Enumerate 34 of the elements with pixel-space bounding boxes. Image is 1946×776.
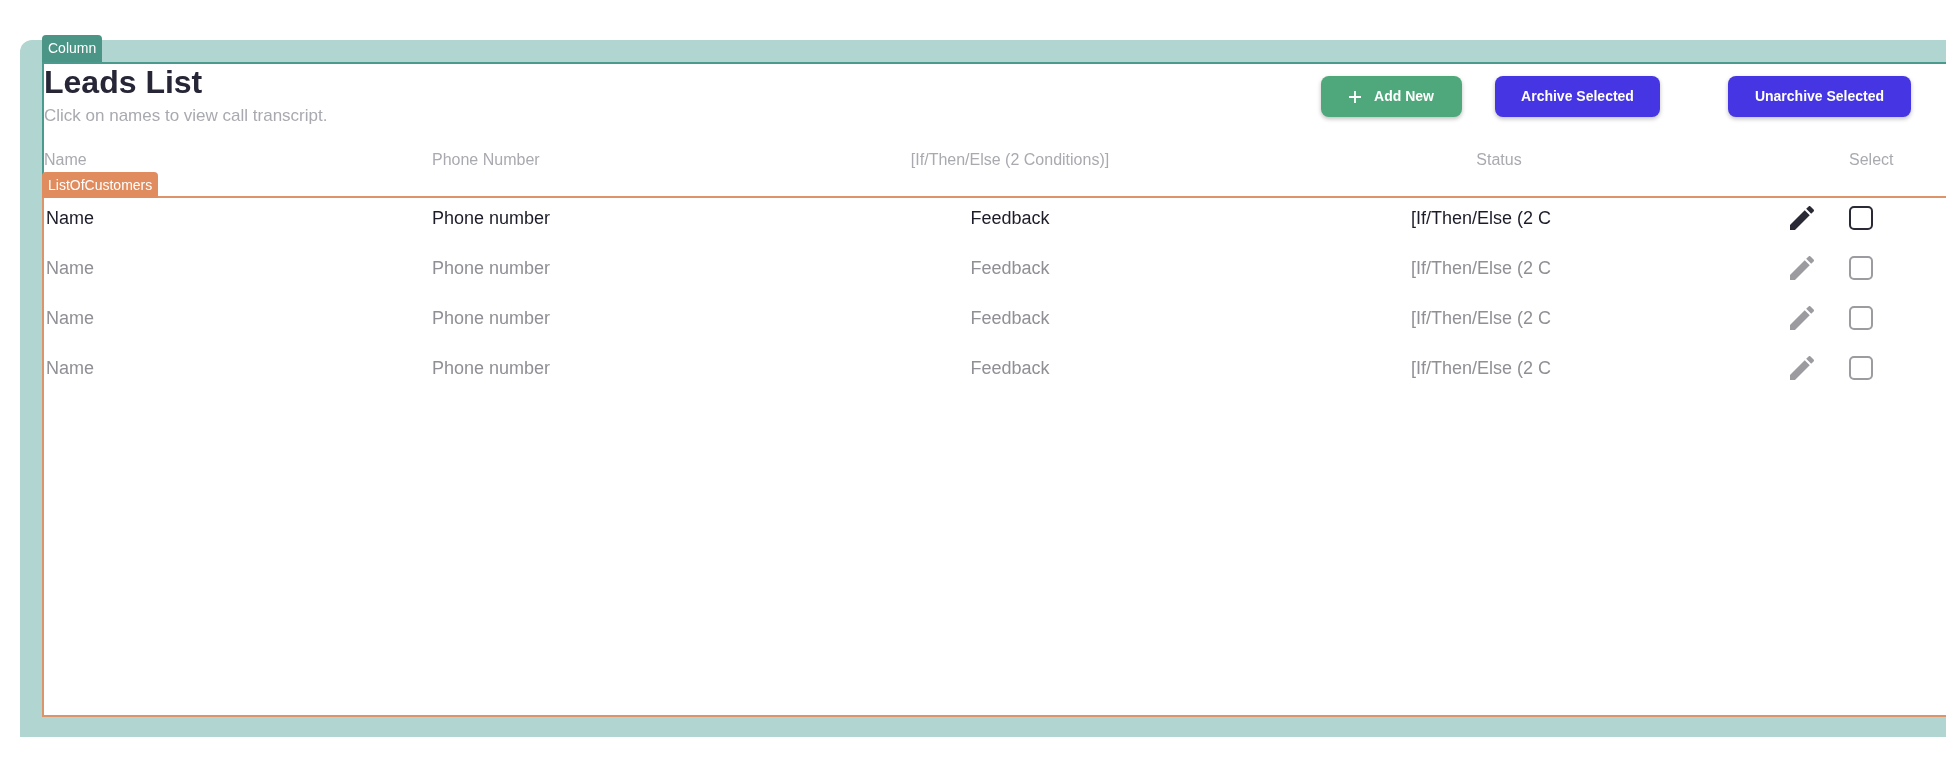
select-checkbox[interactable]	[1849, 256, 1873, 280]
select-checkbox[interactable]	[1849, 306, 1873, 330]
add-new-button[interactable]: Add New	[1321, 76, 1462, 117]
list-label-tag: ListOfCustomers	[42, 172, 159, 198]
edit-icon[interactable]	[1790, 206, 1814, 230]
lead-name-link[interactable]: Name	[46, 257, 94, 279]
phone-cell: Phone number	[432, 357, 551, 379]
lead-name-link[interactable]: Name	[46, 357, 94, 379]
column-header: Name	[44, 150, 87, 170]
status-cell: [If/Then/Else (2 C	[1411, 207, 1552, 229]
feedback-cell: Feedback	[970, 207, 1050, 229]
page-subtitle: Click on names to view call transcript.	[44, 106, 328, 126]
lead-name-link[interactable]: Name	[46, 307, 94, 329]
phone-cell: Phone number	[432, 307, 551, 329]
select-checkbox[interactable]	[1849, 356, 1873, 380]
action-button[interactable]: Archive Selected	[1495, 76, 1660, 117]
phone-cell: Phone number	[432, 207, 551, 229]
column-header: Phone Number	[432, 150, 540, 170]
lead-name-link[interactable]: Name	[46, 207, 94, 229]
feedback-cell: Feedback	[970, 357, 1050, 379]
column-header: Status	[1476, 150, 1522, 170]
feedback-cell: Feedback	[970, 307, 1050, 329]
column-header: [If/Then/Else (2 Conditions)]	[910, 150, 1110, 170]
phone-cell: Phone number	[432, 257, 551, 279]
column-header: Select	[1849, 150, 1894, 170]
select-checkbox[interactable]	[1849, 206, 1873, 230]
status-cell: [If/Then/Else (2 C	[1411, 357, 1552, 379]
column-label-tag: Column	[42, 35, 103, 62]
plus-icon	[1349, 90, 1362, 103]
action-button[interactable]: Unarchive Selected	[1728, 76, 1911, 117]
status-cell: [If/Then/Else (2 C	[1411, 257, 1552, 279]
page-title: Leads List	[44, 64, 203, 100]
status-cell: [If/Then/Else (2 C	[1411, 307, 1552, 329]
feedback-cell: Feedback	[970, 257, 1050, 279]
